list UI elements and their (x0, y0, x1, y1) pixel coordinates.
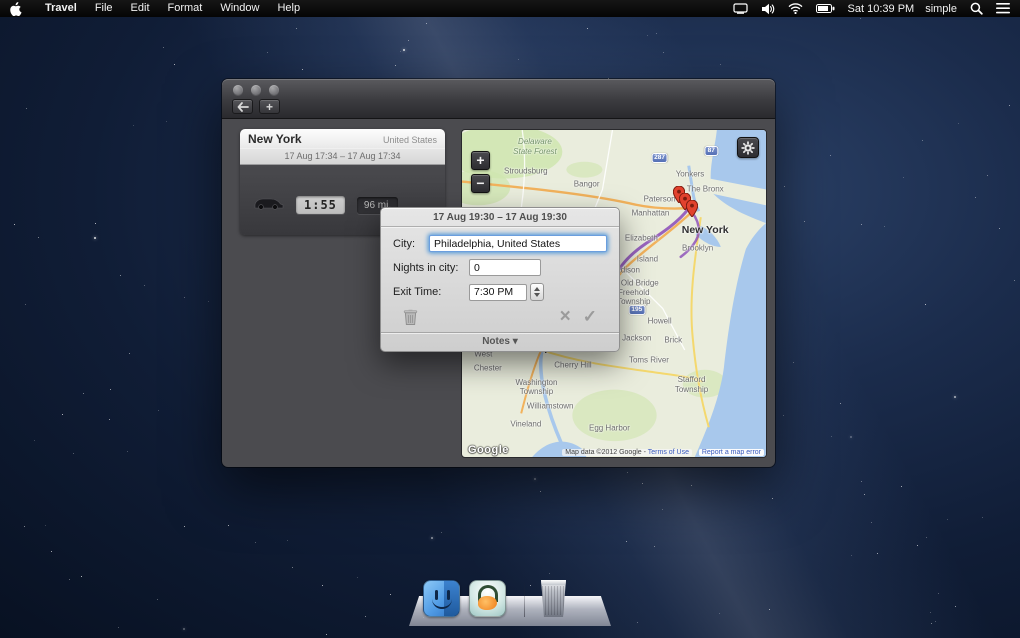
zoom-in-button[interactable]: + (471, 151, 490, 170)
trip-city: New York (248, 132, 302, 146)
delete-stop-button[interactable] (403, 308, 418, 326)
finder-icon[interactable] (423, 580, 460, 617)
wifi-icon[interactable] (788, 3, 803, 14)
nights-input[interactable] (469, 259, 541, 276)
map-zoom-controls: + − (471, 151, 490, 193)
traffic-lights (233, 85, 279, 95)
gear-icon (741, 140, 755, 155)
trip-country: United States (382, 135, 437, 145)
car-icon (252, 195, 284, 215)
window-titlebar[interactable]: + (222, 79, 775, 119)
city-input[interactable] (429, 235, 607, 252)
display-icon[interactable] (732, 3, 748, 14)
menu-edit[interactable]: Edit (122, 2, 159, 14)
exit-time-field-label: Exit Time: (393, 286, 442, 298)
trip-card-header: New York United States (240, 129, 445, 148)
user-menu[interactable]: simple (925, 3, 957, 15)
dock (409, 570, 611, 626)
exit-time-input[interactable] (469, 283, 527, 301)
desktop: + New York United States 17 Aug 17:34 – … (0, 17, 1020, 638)
terms-of-use-link[interactable]: Terms of Use (648, 449, 689, 456)
attribution-text: Map data ©2012 Google - (565, 449, 646, 456)
map-settings-button[interactable] (737, 137, 759, 158)
travel-window: + New York United States 17 Aug 17:34 – … (222, 79, 775, 467)
music-app-icon[interactable] (469, 580, 506, 617)
minimize-window-button[interactable] (251, 85, 261, 95)
menu-file[interactable]: File (86, 2, 122, 14)
map-attribution: Google Map data ©2012 Google - Terms of … (462, 444, 766, 457)
popover-actions: × ✓ (393, 307, 607, 330)
trash-icon (403, 309, 418, 325)
apple-menu-icon[interactable] (10, 1, 24, 16)
zoom-out-button[interactable]: − (471, 174, 490, 193)
map-pin[interactable] (685, 199, 698, 222)
trip-date-range: 17 Aug 17:34 – 17 Aug 17:34 (240, 148, 445, 165)
menu-bar-status: Sat 10:39 PM simple (732, 2, 1010, 15)
close-window-button[interactable] (233, 85, 243, 95)
nights-field-label: Nights in city: (393, 261, 459, 274)
dock-icons (423, 580, 601, 617)
google-logo[interactable]: Google (468, 444, 509, 456)
popover-body: City: Nights in city: Exit Time: (381, 227, 619, 332)
map-data-attribution: Map data ©2012 Google - Terms of Use (562, 449, 692, 456)
window-toolbar: + (232, 99, 280, 114)
drive-duration: 1:55 (296, 196, 345, 214)
menu-travel[interactable]: Travel (36, 2, 86, 14)
battery-icon[interactable] (815, 4, 835, 13)
city-popover: 17 Aug 19:30 – 17 Aug 19:30 City: Nights… (380, 207, 620, 352)
report-map-error-link[interactable]: Report a map error (698, 449, 764, 456)
zoom-window-button[interactable] (269, 85, 279, 95)
screen: Travel File Edit Format Window Help Sat 10:39… (0, 0, 1020, 638)
notification-center-icon[interactable] (996, 3, 1010, 14)
chevron-down-icon: ▾ (512, 336, 518, 347)
confirm-icon[interactable]: ✓ (583, 308, 597, 325)
menu-bar: Travel File Edit Format Window Help Sat 10:39… (0, 0, 1020, 17)
menu-format[interactable]: Format (159, 2, 212, 14)
volume-icon[interactable] (761, 3, 775, 15)
city-field-label: City: (393, 237, 415, 250)
menu-list: Travel File Edit Format Window Help (36, 0, 309, 17)
add-stop-button[interactable]: + (259, 99, 280, 114)
dock-divider (524, 581, 525, 617)
menu-bar-clock[interactable]: Sat 10:39 PM (848, 3, 915, 15)
popover-date-range: 17 Aug 19:30 – 17 Aug 19:30 (381, 208, 619, 227)
spotlight-search-icon[interactable] (970, 2, 983, 15)
notes-toggle[interactable]: Notes ▾ (381, 332, 619, 351)
menu-help[interactable]: Help (268, 2, 309, 14)
trash-icon[interactable] (541, 580, 566, 617)
menu-window[interactable]: Window (211, 2, 268, 14)
notes-label: Notes (482, 336, 510, 347)
cancel-icon[interactable]: × (560, 307, 571, 326)
exit-time-stepper[interactable] (530, 283, 544, 301)
back-arrow-icon (237, 101, 249, 112)
back-button[interactable] (232, 99, 253, 114)
